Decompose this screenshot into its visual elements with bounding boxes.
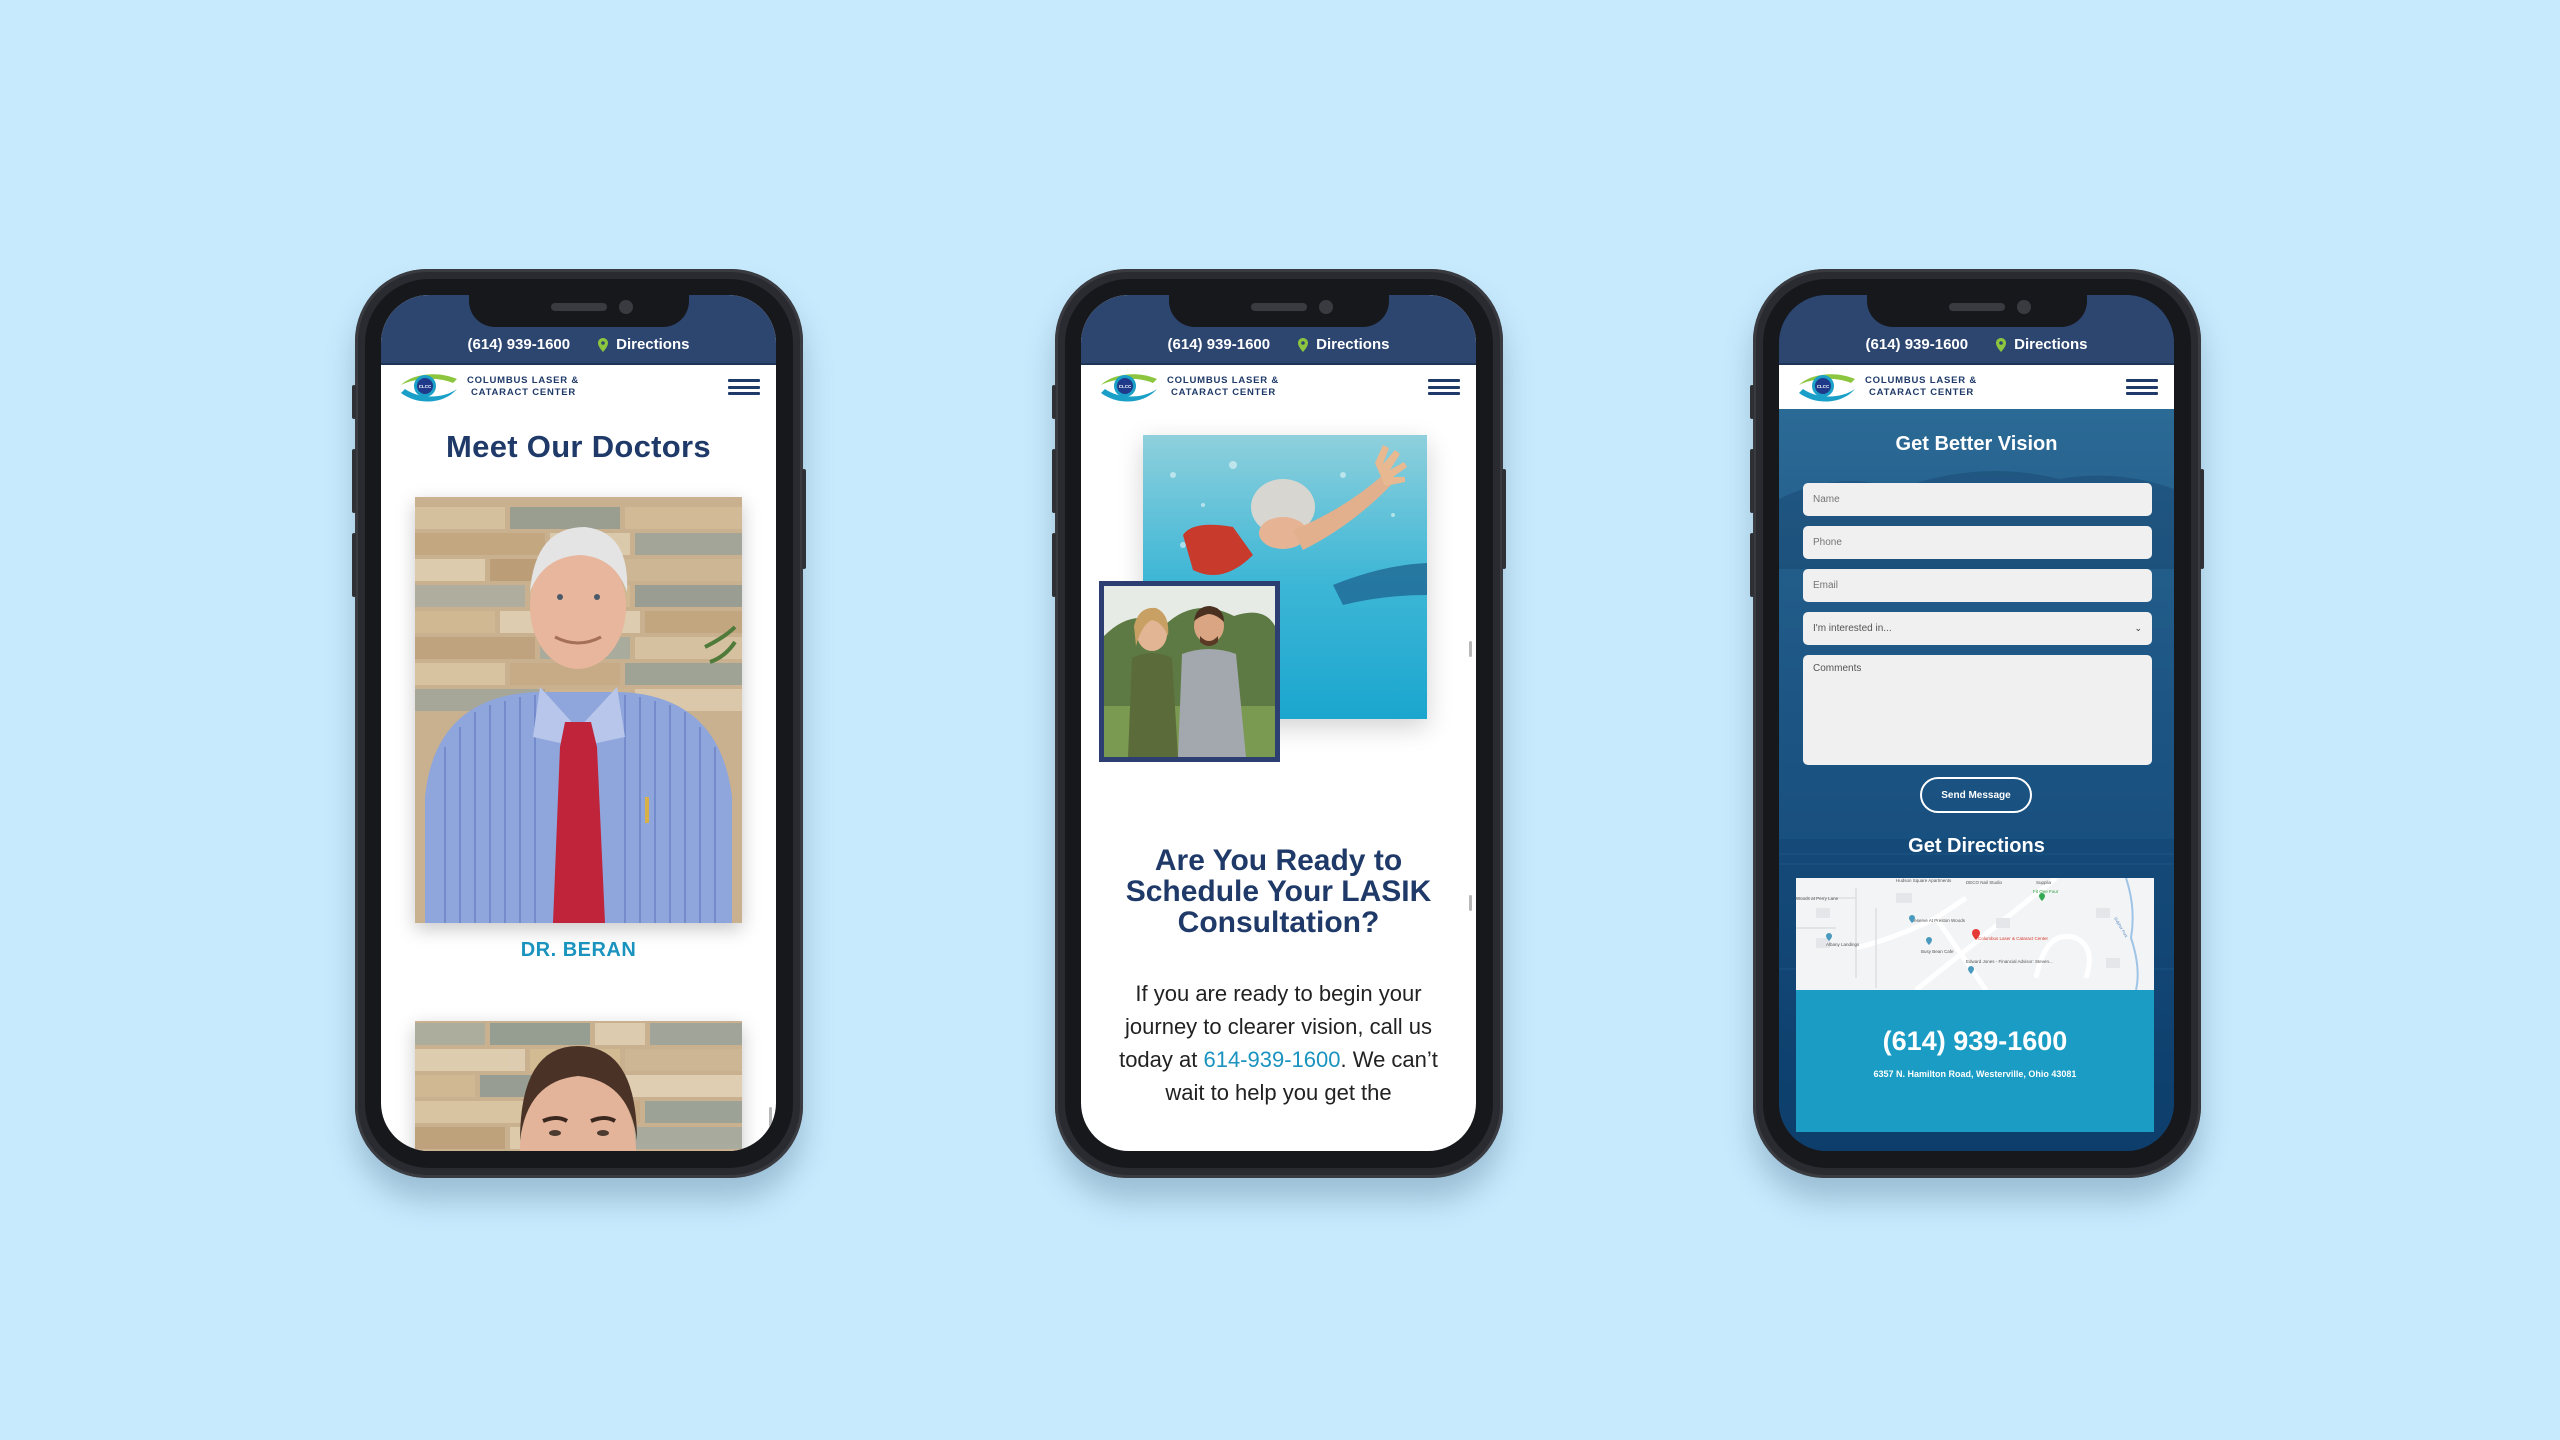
side-button (802, 469, 806, 569)
map-label: Busy Bean Cafe (1921, 949, 1954, 954)
directions-link[interactable]: Directions (598, 336, 689, 353)
map-label-clinic: Columbus Laser & Cataract Center (1978, 936, 2049, 941)
phone-mockup-doctors: (614) 939-1600 Directions CLCC COLUMBUS … (352, 269, 806, 1178)
cta-heading: Are You Ready to Schedule Your LASIK Con… (1125, 844, 1432, 939)
scrollbar-thumb[interactable] (1469, 895, 1472, 911)
notch (1866, 295, 2087, 327)
svg-text:CLCC: CLCC (419, 384, 432, 389)
contact-box: (614) 939-1600 6357 N. Hamilton Road, We… (1796, 990, 2154, 1132)
interest-select-value: I'm interested in... (1813, 623, 1892, 634)
map-embed[interactable]: Hudson Square Apartments DECO Nail Studi… (1796, 878, 2154, 990)
side-button (2200, 469, 2204, 569)
map-label: Woods at Perry Lane (1796, 896, 1839, 901)
cta-body-text: If you are ready to begin your journey t… (1115, 977, 1442, 1109)
directions-label: Directions (1316, 336, 1390, 353)
map-label: Albany Landings (1826, 942, 1860, 947)
map-label: Supplia (2036, 880, 2052, 885)
screen: (614) 939-1600 Directions CLCC COLUMBUS … (1779, 295, 2174, 1151)
map-pin-icon (1996, 337, 2007, 352)
logo-line-2: CATARACT CENTER (471, 387, 577, 398)
phone-link[interactable]: (614) 939-1600 (1168, 336, 1271, 353)
logo[interactable]: CLCC COLUMBUS LASER & CATARACT CENTER (1797, 371, 1977, 403)
scrollbar-thumb[interactable] (769, 1107, 772, 1127)
contact-address: 6357 N. Hamilton Road, Westerville, Ohio… (1873, 1069, 2077, 1079)
svg-text:CLCC: CLCC (1119, 384, 1132, 389)
doctor-photo[interactable] (415, 497, 742, 923)
comments-textarea[interactable]: Comments (1803, 655, 2152, 765)
side-button (1750, 449, 1754, 513)
menu-button[interactable] (728, 377, 760, 397)
eye-logo-icon: CLCC (1799, 374, 1855, 402)
map-label: Edward Jones - Financial Advisor: Steven… (1966, 959, 2053, 964)
name-input[interactable] (1803, 483, 2152, 516)
doctor-photo[interactable] (415, 1021, 742, 1151)
screen: (614) 939-1600 Directions CLCC COLUMBUS … (381, 295, 776, 1151)
side-button (1052, 533, 1056, 597)
map-pin-icon (1298, 337, 1309, 352)
site-header: CLCC COLUMBUS LASER & CATARACT CENTER (1081, 365, 1476, 409)
phone-link[interactable]: (614) 939-1600 (468, 336, 571, 353)
contact-phone[interactable]: (614) 939-1600 (1796, 1026, 2154, 1057)
logo-line-1: COLUMBUS LASER & (1167, 375, 1280, 386)
map-label: Hudson Square Apartments (1896, 878, 1952, 883)
scrollbar-thumb[interactable] (1469, 641, 1472, 657)
screen: (614) 939-1600 Directions CLCC COLUMBUS … (1081, 295, 1476, 1151)
site-header: CLCC COLUMBUS LASER & CATARACT CENTER (1779, 365, 2174, 409)
phone-input[interactable] (1803, 526, 2152, 559)
map-pin-icon (598, 337, 609, 352)
side-button (352, 533, 356, 597)
menu-button[interactable] (1428, 377, 1460, 397)
map-label: DECO Nail Studio (1966, 880, 2003, 885)
side-button (1052, 385, 1056, 419)
doctor-portrait-image (415, 497, 742, 923)
map-label: Fit One Four (2033, 889, 2059, 894)
phone-mockup-contact: (614) 939-1600 Directions CLCC COLUMBUS … (1750, 269, 2204, 1178)
eye-logo-icon: CLCC (401, 374, 457, 402)
interest-select[interactable]: I'm interested in... ⌄ (1803, 612, 2152, 645)
notch (468, 295, 689, 327)
eye-logo-icon: CLCC (1101, 374, 1157, 402)
form-title: Get Better Vision (1895, 433, 2058, 455)
logo-line-1: COLUMBUS LASER & (467, 375, 580, 386)
logo-line-1: COLUMBUS LASER & (1865, 375, 1978, 386)
chevron-down-icon: ⌄ (2134, 623, 2142, 633)
directions-link[interactable]: Directions (1298, 336, 1389, 353)
email-input[interactable] (1803, 569, 2152, 602)
svg-text:CLCC: CLCC (1817, 384, 1830, 389)
side-button (1502, 469, 1506, 569)
logo[interactable]: CLCC COLUMBUS LASER & CATARACT CENTER (1099, 371, 1279, 403)
directions-label: Directions (2014, 336, 2088, 353)
comments-placeholder: Comments (1813, 663, 1862, 674)
directions-link[interactable]: Directions (1996, 336, 2087, 353)
logo[interactable]: CLCC COLUMBUS LASER & CATARACT CENTER (399, 371, 579, 403)
notch (1168, 295, 1389, 327)
phone-mockup-lasik: (614) 939-1600 Directions CLCC COLUMBUS … (1052, 269, 1506, 1178)
logo-line-2: CATARACT CENTER (1171, 387, 1277, 398)
send-message-button[interactable]: Send Message (1920, 777, 2032, 813)
phone-number-link[interactable]: 614-939-1600 (1203, 1047, 1340, 1072)
map-label: Reserve At Preston Woods (1911, 918, 1966, 923)
doctor-portrait-image (415, 1021, 742, 1151)
side-button (352, 385, 356, 419)
doctor-name[interactable]: DR. BERAN (381, 939, 776, 962)
menu-button[interactable] (2126, 377, 2158, 397)
side-button (352, 449, 356, 513)
side-button (1750, 533, 1754, 597)
directions-label: Directions (616, 336, 690, 353)
page-title: Meet Our Doctors (446, 429, 711, 464)
phone-link[interactable]: (614) 939-1600 (1866, 336, 1969, 353)
side-button (1052, 449, 1056, 513)
couple-image (1099, 581, 1280, 762)
site-header: CLCC COLUMBUS LASER & CATARACT CENTER (381, 365, 776, 409)
directions-title: Get Directions (1908, 835, 2045, 857)
side-button (1750, 385, 1754, 419)
logo-line-2: CATARACT CENTER (1869, 387, 1975, 398)
